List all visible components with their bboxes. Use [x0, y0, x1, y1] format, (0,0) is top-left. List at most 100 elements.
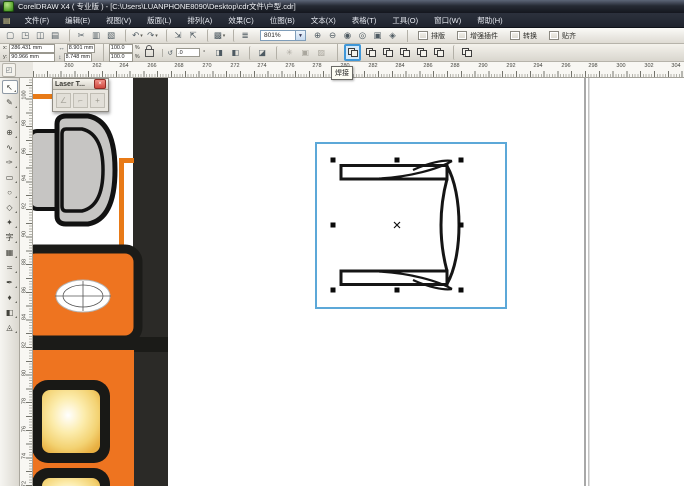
- selection-handle: [331, 288, 336, 293]
- zoom-to-all-icon[interactable]: ◎: [356, 29, 369, 42]
- shape-tool[interactable]: ✎: [2, 95, 18, 109]
- mirror-vertical-icon[interactable]: ◧: [228, 46, 242, 60]
- title-bar[interactable]: CorelDRAW X4 ( 专业版 ) - [C:\Users\LUANPHO…: [0, 0, 684, 13]
- snap-button[interactable]: 贴齐: [545, 30, 580, 42]
- chair-shape[interactable]: [33, 116, 115, 224]
- palette-title-bar[interactable]: Laser T... ×: [53, 79, 108, 90]
- laser-tool-palette[interactable]: Laser T... × ∠⌐+: [52, 78, 109, 112]
- intersect-button[interactable]: [380, 45, 395, 60]
- ungroup-icon[interactable]: ▣: [298, 46, 312, 60]
- close-icon[interactable]: ×: [94, 79, 106, 89]
- selection-handle: [331, 223, 336, 228]
- object-height-field[interactable]: [64, 53, 92, 62]
- scale-v-field[interactable]: [109, 53, 133, 62]
- horizontal-ruler[interactable]: 2602622642662682702722742762782802822842…: [33, 62, 684, 78]
- selection-handle: [459, 158, 464, 163]
- text-tool[interactable]: 字: [2, 230, 18, 244]
- enhanced-plugin-button[interactable]: 增强插件: [453, 30, 502, 42]
- create-boundary-button[interactable]: [453, 45, 474, 60]
- menu-text[interactable]: 文本(X): [303, 13, 344, 28]
- copy-icon[interactable]: ▥: [90, 29, 103, 42]
- rotation-center-marker[interactable]: [394, 222, 400, 228]
- floorplan-fragment[interactable]: [33, 78, 168, 486]
- menu-window[interactable]: 窗口(W): [426, 13, 469, 28]
- combine-icon[interactable]: ◪: [249, 46, 269, 60]
- stove-counter[interactable]: [33, 249, 138, 340]
- fill-tool[interactable]: ◧: [2, 305, 18, 319]
- selected-shape[interactable]: [341, 161, 459, 290]
- crop-tool[interactable]: ✂: [2, 110, 18, 124]
- front-minus-back-button[interactable]: [414, 45, 429, 60]
- menu-edit[interactable]: 编辑(E): [57, 13, 98, 28]
- zoom-to-selected-icon[interactable]: ◉: [341, 29, 354, 42]
- typesetting-button[interactable]: 排版: [414, 30, 449, 42]
- outline-tool[interactable]: ♦: [2, 290, 18, 304]
- cut-icon[interactable]: ✂: [69, 29, 88, 42]
- trim-button[interactable]: [363, 45, 378, 60]
- zoom-tool[interactable]: ⊕: [2, 125, 18, 139]
- interactive-fill-tool[interactable]: ◬: [2, 320, 18, 334]
- object-width-field[interactable]: [67, 44, 95, 53]
- import-icon[interactable]: ⇲: [166, 29, 185, 42]
- save-icon[interactable]: ◫: [34, 29, 47, 42]
- rotation-angle-field[interactable]: [176, 48, 200, 57]
- laser-angle-tool[interactable]: ∠: [56, 93, 71, 108]
- ellipse-tool[interactable]: ○: [2, 185, 18, 199]
- basic-shapes-tool[interactable]: ✦: [2, 215, 18, 229]
- redo-icon[interactable]: ↷▾: [146, 29, 159, 42]
- menu-effects[interactable]: 效果(C): [220, 13, 261, 28]
- zoom-to-width-icon[interactable]: ◈: [386, 29, 399, 42]
- options-icon[interactable]: ≣: [233, 29, 252, 42]
- menu-table[interactable]: 表格(T): [344, 13, 385, 28]
- y-position-field[interactable]: [9, 53, 55, 62]
- pick-tool[interactable]: ↖: [2, 80, 18, 94]
- menu-help[interactable]: 帮助(H): [469, 13, 510, 28]
- zoom-to-page-icon[interactable]: ▣: [371, 29, 384, 42]
- table-tool[interactable]: ▦: [2, 245, 18, 259]
- lock-ratio-icon[interactable]: [145, 49, 154, 57]
- menu-arrange[interactable]: 排列(A): [179, 13, 220, 28]
- menu-view[interactable]: 视图(V): [98, 13, 139, 28]
- eyedropper-tool[interactable]: ✒: [2, 275, 18, 289]
- rectangle-tool[interactable]: ▭: [2, 170, 18, 184]
- ungroup-all-icon[interactable]: ▨: [314, 46, 328, 60]
- weld-tooltip: 焊接: [331, 66, 353, 80]
- convert-button[interactable]: 转换: [506, 30, 541, 42]
- undo-icon[interactable]: ↶▾: [125, 29, 144, 42]
- menu-bitmaps[interactable]: 位图(B): [262, 13, 303, 28]
- x-position-field[interactable]: [9, 44, 55, 53]
- vertical-ruler[interactable]: 1009896949290888684828078767472: [20, 78, 33, 486]
- polygon-tool[interactable]: ◇: [2, 200, 18, 214]
- group-icon[interactable]: ✳: [276, 46, 296, 60]
- menu-layout[interactable]: 版面(L): [139, 13, 179, 28]
- zoom-in-icon[interactable]: ⊕: [311, 29, 324, 42]
- simplify-button[interactable]: [397, 45, 412, 60]
- paste-icon[interactable]: ▧: [105, 29, 118, 42]
- laser-line-tool[interactable]: ⌐: [73, 93, 88, 108]
- new-icon[interactable]: ▢: [4, 29, 17, 42]
- drawing-canvas[interactable]: [33, 78, 684, 486]
- scale-h-field[interactable]: [109, 44, 133, 53]
- export-icon[interactable]: ⇱: [187, 29, 200, 42]
- mirror-horizontal-icon[interactable]: ◨: [212, 46, 226, 60]
- open-icon[interactable]: ◳: [19, 29, 32, 42]
- freehand-tool[interactable]: ∿: [2, 140, 18, 154]
- standard-toolbar: ▢◳◫▤ ✂▥▧ ↶▾↷▾ ⇲⇱ ▩▾ ≣ 801% ▼ ⊕⊖◉◎▣◈ 排版增强插件转换贴…: [0, 28, 684, 44]
- zoom-level-combo[interactable]: 801% ▼: [260, 30, 306, 41]
- palette-title: Laser T...: [55, 81, 94, 88]
- smart-drawing-tool[interactable]: ✑: [2, 155, 18, 169]
- weld-button[interactable]: [344, 44, 361, 61]
- laser-pointer-tool[interactable]: +: [90, 93, 105, 108]
- chevron-down-icon[interactable]: ▼: [295, 31, 305, 40]
- menu-tools[interactable]: 工具(O): [384, 13, 426, 28]
- back-minus-front-button[interactable]: [431, 45, 446, 60]
- window-title: CorelDRAW X4 ( 专业版 ) - [C:\Users\LUANPHO…: [18, 1, 296, 12]
- print-icon[interactable]: ▤: [49, 29, 62, 42]
- burner-block[interactable]: [33, 350, 134, 486]
- property-bar: x: y: ↔ ↕ % % ↺ ° ◨◧◪✳▣▨: [0, 44, 684, 62]
- zoom-out-icon[interactable]: ⊖: [326, 29, 339, 42]
- application-launcher-icon[interactable]: ▩▾: [207, 29, 226, 42]
- menu-file[interactable]: 文件(F): [17, 13, 58, 28]
- dimension-tool[interactable]: ≍: [2, 260, 18, 274]
- ruler-origin-button[interactable]: ◰: [2, 63, 16, 77]
